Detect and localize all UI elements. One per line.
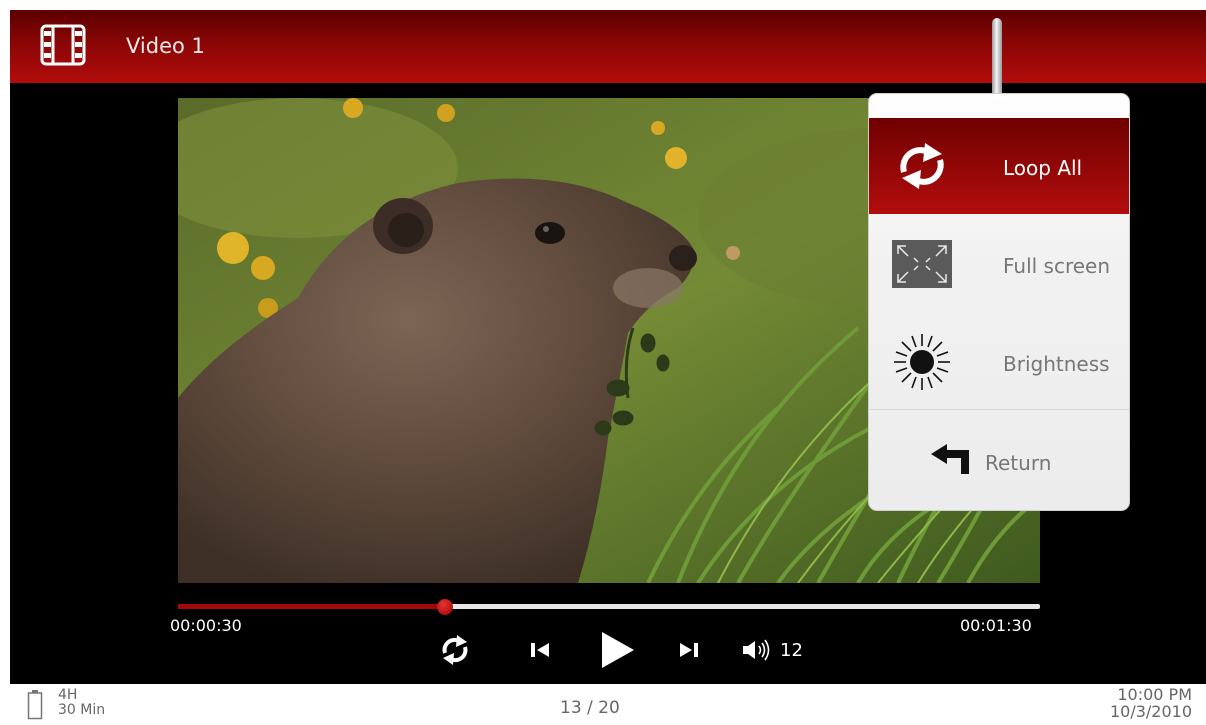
options-menu: Loop All Full screen Brightness Return	[868, 93, 1130, 511]
progress-fill	[178, 604, 446, 609]
play-icon	[602, 632, 634, 668]
previous-icon	[531, 643, 549, 657]
menu-item-loop-all[interactable]: Loop All	[869, 118, 1129, 214]
brightness-icon	[889, 332, 955, 392]
clock-date: 10/3/2010	[1109, 702, 1192, 721]
fullscreen-icon	[889, 234, 955, 294]
next-button[interactable]	[674, 632, 704, 668]
play-button[interactable]	[597, 632, 637, 668]
page-counter: 13 / 20	[560, 698, 620, 718]
loop-icon	[889, 136, 955, 196]
return-icon	[931, 444, 969, 474]
menu-item-label: Brightness	[1003, 352, 1110, 376]
loop-button[interactable]	[435, 632, 475, 668]
progress-bar[interactable]	[178, 599, 1040, 615]
return-button[interactable]: Return	[869, 424, 1129, 494]
next-icon	[680, 643, 698, 657]
menu-item-full-screen[interactable]: Full screen	[869, 216, 1129, 312]
menu-item-brightness[interactable]: Brightness	[869, 314, 1129, 410]
battery-hours: 4H	[58, 687, 78, 703]
film-icon	[40, 24, 86, 66]
menu-item-label: Full screen	[1003, 254, 1111, 278]
menu-divider	[869, 409, 1129, 410]
player-screen: Video 1 00:00:30 00:01:30 12 Loop All Fu…	[10, 10, 1206, 684]
menu-item-label: Loop All	[1003, 156, 1083, 180]
progress-thumb[interactable]	[437, 599, 454, 615]
title-bar: Video 1	[10, 10, 1206, 83]
video-title: Video 1	[126, 34, 205, 58]
volume-level: 12	[780, 640, 803, 661]
total-time: 00:01:30	[960, 616, 1032, 635]
previous-button[interactable]	[525, 632, 555, 668]
status-bar: 4H 30 Min 13 / 20 10:00 PM 10/3/2010	[0, 684, 1206, 725]
return-label: Return	[985, 451, 1052, 475]
volume-button[interactable]	[740, 632, 774, 668]
volume-icon	[743, 639, 770, 661]
current-time: 00:00:30	[170, 616, 242, 635]
loop-icon	[442, 635, 468, 665]
battery-minutes: 30 Min	[58, 702, 106, 718]
battery-icon	[27, 690, 43, 720]
clock-time: 10:00 PM	[1117, 685, 1192, 704]
